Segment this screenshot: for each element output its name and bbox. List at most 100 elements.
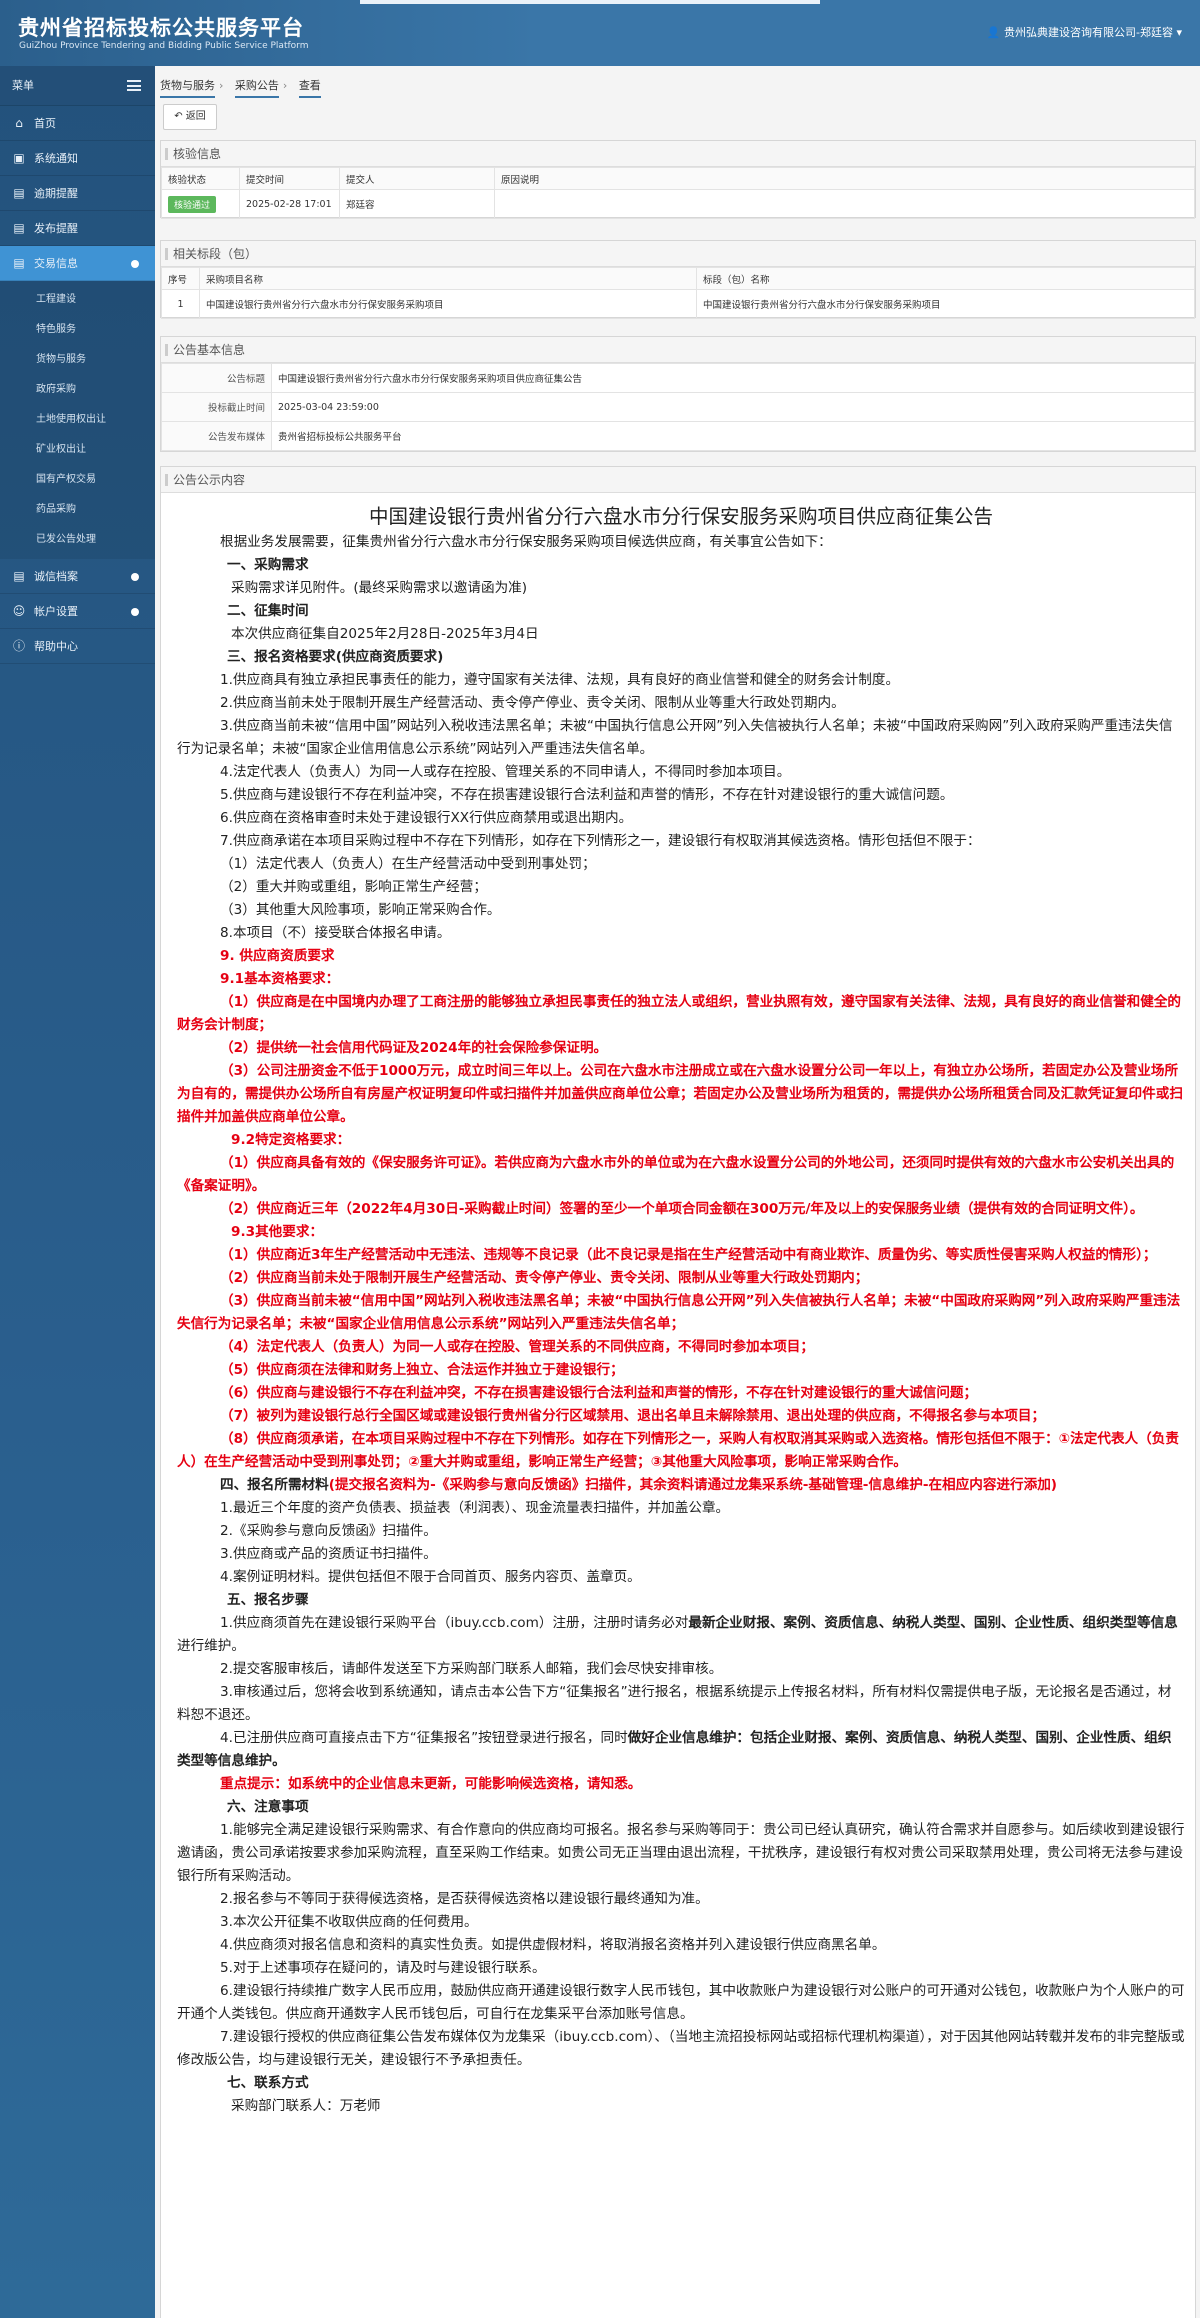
nav-publish[interactable]: ▤ 发布提醒 xyxy=(0,211,155,246)
sub-item[interactable]: 矿业权出让 xyxy=(0,435,155,465)
paragraph: （1）法定代表人（负责人）在生产经营活动中受到刑事处罚； xyxy=(220,856,596,872)
paragraph: 7.建设银行授权的供应商征集公告发布媒体仅为龙集采（ibuy.ccb.com）、… xyxy=(177,2029,1185,2068)
sub-item[interactable]: 国有产权交易 xyxy=(0,465,155,495)
user-icon: ☺ xyxy=(12,604,26,618)
sub-item[interactable]: 货物与服务 xyxy=(0,345,155,375)
column-header: 提交时间 xyxy=(239,167,340,190)
nav-label: 诚信档案 xyxy=(34,570,78,583)
red-paragraph: （6）供应商与建设银行不存在利益冲突，不存在损害建设银行合法利益和声誉的情形，不… xyxy=(220,1385,978,1401)
breadcrumb: 货物与服务 › 采购公告 › 查看 xyxy=(160,77,325,98)
back-label: 返回 xyxy=(185,111,206,122)
column-header: 标段（包）名称 xyxy=(696,267,1195,290)
paragraph: 根据业务发展需要，征集贵州省分行六盘水市分行保安服务采购项目候选供应商，有关事宜… xyxy=(220,534,832,550)
back-icon: ↶ xyxy=(174,111,183,122)
section-heading: 一、采购需求 xyxy=(227,557,309,573)
paragraph: 1.能够完全满足建设银行采购需求、有合作意向的供应商均可报名。报名参与采购等同于… xyxy=(177,1822,1185,1884)
home-icon: ⌂ xyxy=(15,116,23,130)
table-header-row: 核验状态 提交时间 提交人 原因说明 xyxy=(161,167,1195,190)
back-button[interactable]: ↶ 返回 xyxy=(163,104,217,130)
field-label: 公告发布媒体 xyxy=(161,421,272,451)
notice-panel: 公告公示内容 中国建设银行贵州省分行六盘水市分行保安服务采购项目供应商征集公告 … xyxy=(160,466,1196,2318)
nav-overdue[interactable]: ▤ 逾期提醒 xyxy=(0,176,155,211)
paragraph: 1.供应商具有独立承担民事责任的能力，遵守国家有关法律、法规，具有良好的商业信誉… xyxy=(220,672,900,688)
breadcrumb-item[interactable]: 查看 xyxy=(298,77,321,98)
user-menu[interactable]: 👤 贵州弘典建设咨询有限公司-郑廷容 ▾ xyxy=(987,24,1182,40)
paragraph: 4.法定代表人（负责人）为同一人或存在控股、管理关系的不同申请人，不得同时参加本… xyxy=(220,764,791,780)
paragraph: （2）重大并购或重组，影响正常生产经营； xyxy=(220,879,487,895)
breadcrumb-item[interactable]: 货物与服务 xyxy=(160,77,215,98)
sub-item[interactable]: 药品采购 xyxy=(0,495,155,525)
red-paragraph: （1）供应商近3年生产经营活动中无违法、违规等不良记录（此不良记录是指在生产经营… xyxy=(220,1247,1157,1263)
field-label: 投标截止时间 xyxy=(161,392,272,422)
sub-item[interactable]: 特色服务 xyxy=(0,315,155,345)
red-paragraph: （1）供应商具备有效的《保安服务许可证》。若供应商为六盘水市外的单位或为在六盘水… xyxy=(177,1155,1175,1194)
sub-item[interactable]: 已发公告处理 xyxy=(0,525,155,555)
notice-document: 中国建设银行贵州省分行六盘水市分行保安服务采购项目供应商征集公告 根据业务发展需… xyxy=(161,505,1195,2118)
column-header: 采购项目名称 xyxy=(199,267,697,290)
paragraph: 2.报名参与不等同于获得候选资格，是否获得候选资格以建设银行最终通知为准。 xyxy=(220,1891,709,1907)
paragraph: 8.本项目（不）接受联合体报名申请。 xyxy=(220,925,451,941)
nav-home[interactable]: ⌂ 首页 xyxy=(0,106,155,141)
basic-info-panel: 公告基本信息 公告标题 中国建设银行贵州省分行六盘水市分行保安服务采购项目供应商征… xyxy=(160,336,1196,452)
check-info-table: 核验状态 提交时间 提交人 原因说明 核验通过 2025-02-28 17:01… xyxy=(161,167,1195,219)
column-header: 核验状态 xyxy=(161,167,240,190)
paragraph: （3）其他重大风险事项，影响正常采购合作。 xyxy=(220,902,501,918)
paragraph: 3.本次公开征集不收取供应商的任何费用。 xyxy=(220,1914,478,1930)
hamburger-icon[interactable] xyxy=(127,80,141,91)
table-row: 投标截止时间 2025-03-04 23:59:00 xyxy=(161,392,1195,422)
status-cell: 核验通过 xyxy=(161,189,240,219)
nav-label: 交易信息 xyxy=(34,257,78,270)
field-value: 中国建设银行贵州省分行六盘水市分行保安服务采购项目供应商征集公告 xyxy=(271,363,1195,393)
table-cell: 中国建设银行贵州省分行六盘水市分行保安服务采购项目 xyxy=(696,289,1195,319)
nav-credit[interactable]: ▤ 诚信档案 xyxy=(0,559,155,594)
table-cell: 2025-02-28 17:01 xyxy=(239,189,340,219)
nav-help[interactable]: ⓘ 帮助中心 xyxy=(0,629,155,664)
paragraph: 本次供应商征集自2025年2月28日-2025年3月4日 xyxy=(231,626,539,642)
paragraph: 2.提交客服审核后，请邮件发送至下方采购部门联系人邮箱，我们会尽快安排审核。 xyxy=(220,1661,723,1677)
status-badge: 核验通过 xyxy=(168,195,217,213)
paragraph: 5.供应商与建设银行不存在利益冲突，不存在损害建设银行合法利益和声誉的情形，不存… xyxy=(220,787,954,803)
user-name: 贵州弘典建设咨询有限公司-郑廷容 xyxy=(1004,26,1173,39)
nav-account[interactable]: ☺ 帐户设置 xyxy=(0,594,155,629)
help-icon: ⓘ xyxy=(12,639,25,653)
text-span: 1.供应商须首先在建设银行采购平台（ibuy.ccb.com）注册，注册时请务必… xyxy=(220,1615,689,1631)
red-note: (提交报名资料为-《采购参与意向反馈函》扫描件，其余资料请通过龙集采系统-基础管… xyxy=(328,1477,1058,1493)
nav-label: 首页 xyxy=(34,117,56,130)
related-section-panel: 相关标段（包） 序号 采购项目名称 标段（包）名称 1 中国建设银行贵州省分行六… xyxy=(160,240,1196,319)
chevron-right-icon: › xyxy=(219,79,224,92)
sub-item[interactable]: 土地使用权出让 xyxy=(0,405,155,435)
paragraph: 3.审核通过后，您将会收到系统通知，请点击本公告下方“征集报名”进行报名，根据系… xyxy=(177,1684,1172,1723)
breadcrumb-item[interactable]: 采购公告 xyxy=(234,77,279,98)
list-icon: ▤ xyxy=(13,569,25,583)
column-header: 序号 xyxy=(161,267,200,290)
related-section-table: 序号 采购项目名称 标段（包）名称 1 中国建设银行贵州省分行六盘水市分行保安服… xyxy=(161,267,1195,319)
expand-icon xyxy=(131,573,139,581)
nav-trade[interactable]: ▤ 交易信息 xyxy=(0,246,155,281)
table-row: 核验通过 2025-02-28 17:01 郑廷容 xyxy=(161,189,1195,219)
panel-title: 公告公示内容 xyxy=(161,467,1195,493)
sub-item[interactable]: 工程建设 xyxy=(0,285,155,315)
paragraph: 4.供应商须对报名信息和资料的真实性负责。如提供虚假材料，将取消报名资格并列入建… xyxy=(220,1937,886,1953)
table-header-row: 序号 采购项目名称 标段（包）名称 xyxy=(161,267,1195,290)
red-paragraph: （2）提供统一社会信用代码证及2024年的社会保险参保证明。 xyxy=(220,1040,608,1056)
monitor-icon: ▣ xyxy=(13,151,25,165)
document-title: 中国建设银行贵州省分行六盘水市分行保安服务采购项目供应商征集公告 xyxy=(368,505,993,528)
text-span: 4.已注册供应商可直接点击下方“征集报名”按钮登录进行报名，同时 xyxy=(220,1730,628,1746)
top-header: 贵州省招标投标公共服务平台 GuiZhou Province Tendering… xyxy=(0,0,1200,66)
nav-label: 发布提醒 xyxy=(34,222,78,235)
bold-span: 最新企业财报、案例、资质信息、纳税人类型、国别、企业性质、组织类型等信息 xyxy=(688,1615,1178,1631)
expand-icon xyxy=(131,608,139,616)
red-heading: 9. 供应商资质要求 xyxy=(220,948,335,964)
section-heading: 五、报名步骤 xyxy=(227,1592,309,1608)
paragraph: 7.供应商承诺在本项目采购过程中不存在下列情形，如存在下列情形之一，建设银行有权… xyxy=(220,833,981,849)
nav-notice[interactable]: ▣ 系统通知 xyxy=(0,141,155,176)
inbox-icon: ▤ xyxy=(13,186,25,200)
red-paragraph: （2）供应商近三年（2022年4月30日-采购截止时间）签署的至少一个单项合同金… xyxy=(220,1201,1144,1217)
paragraph: 四、报名所需材料(提交报名资料为-《采购参与意向反馈函》扫描件，其余资料请通过龙… xyxy=(177,1474,1185,1497)
paragraph: 3.供应商当前未被“信用中国”网站列入税收违法黑名单；未被“中国执行信息公开网”… xyxy=(177,718,1173,757)
expand-icon xyxy=(131,260,139,268)
panel-title: 相关标段（包） xyxy=(161,241,1195,267)
sub-item[interactable]: 政府采购 xyxy=(0,375,155,405)
trade-submenu: 工程建设 特色服务 货物与服务 政府采购 土地使用权出让 矿业权出让 国有产权交… xyxy=(0,281,155,559)
red-paragraph: （1）供应商是在中国境内办理了工商注册的能够独立承担民事责任的独立法人或组织，营… xyxy=(177,994,1182,1033)
